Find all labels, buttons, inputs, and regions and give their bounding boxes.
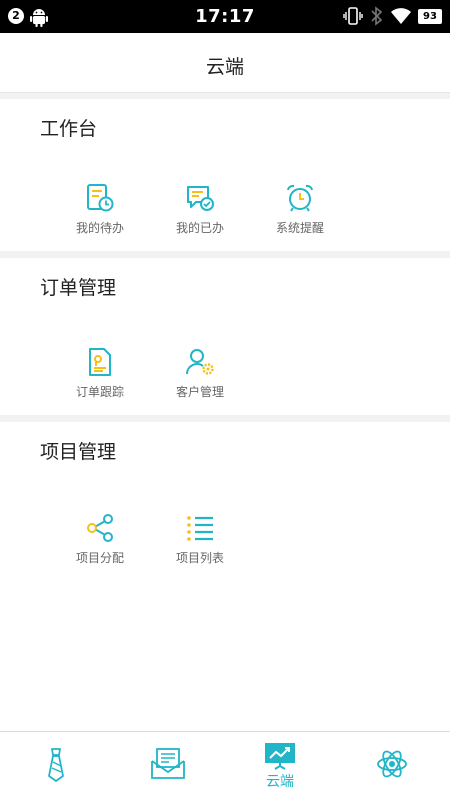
grid-item-label: 订单跟踪 <box>75 385 124 399</box>
tab-atom[interactable] <box>336 732 448 800</box>
atom-icon <box>377 750 407 778</box>
grid-item-label: 客户管理 <box>175 385 224 399</box>
section-order-management: 订单管理 订单跟踪 客户管理 <box>0 258 450 415</box>
grid-item-my-todo[interactable]: 我的待办 <box>60 183 140 236</box>
section-title: 订单管理 <box>40 277 117 299</box>
done-chat-icon <box>187 186 214 211</box>
section-title: 工作台 <box>40 118 98 140</box>
section-project-management: 项目管理 项目分配 项目列表 <box>0 422 450 731</box>
grid-item-label: 项目列表 <box>175 551 224 565</box>
bluetooth-icon <box>371 6 383 26</box>
bottom-tab-bar: 云端 <box>0 731 450 800</box>
section-title: 项目管理 <box>40 441 117 463</box>
grid-item-customer-management[interactable]: 客户管理 <box>160 347 240 400</box>
share-nodes-icon <box>87 514 113 542</box>
grid-item-label: 我的待办 <box>75 221 124 235</box>
section-workbench: 工作台 我的待办 我的已办 系统提醒 <box>0 99 450 251</box>
vibrate-icon <box>343 7 363 25</box>
status-bar: 2 17:17 93 <box>0 0 450 33</box>
grid-item-order-tracking[interactable]: 订单跟踪 <box>60 347 140 400</box>
grid-item-project-list[interactable]: 项目列表 <box>160 513 240 566</box>
grid-item-label: 项目分配 <box>75 551 124 565</box>
tab-tie[interactable] <box>0 732 112 800</box>
todo-clock-icon <box>87 184 114 212</box>
tab-mail[interactable] <box>112 732 224 800</box>
grid-item-label: 系统提醒 <box>275 221 324 235</box>
status-right-icons: 93 <box>343 6 442 26</box>
battery-icon: 93 <box>418 8 442 24</box>
grid-item-label: 我的已办 <box>175 221 224 235</box>
presentation-chart-icon <box>265 743 295 770</box>
order-document-icon <box>89 348 111 376</box>
mail-icon <box>151 748 185 779</box>
tab-cloud[interactable]: 云端 <box>224 732 336 800</box>
grid-item-system-reminder[interactable]: 系统提醒 <box>260 183 340 236</box>
wifi-icon <box>391 8 411 24</box>
tab-label: 云端 <box>266 774 294 790</box>
title-bar: 云端 <box>0 33 450 93</box>
grid-item-my-done[interactable]: 我的已办 <box>160 183 240 236</box>
tie-icon <box>48 748 64 782</box>
grid-item-project-assignment[interactable]: 项目分配 <box>60 513 140 566</box>
list-icon <box>187 516 213 541</box>
alarm-clock-icon <box>287 184 313 212</box>
customer-gear-icon <box>186 349 214 375</box>
page-title: 云端 <box>205 56 244 78</box>
